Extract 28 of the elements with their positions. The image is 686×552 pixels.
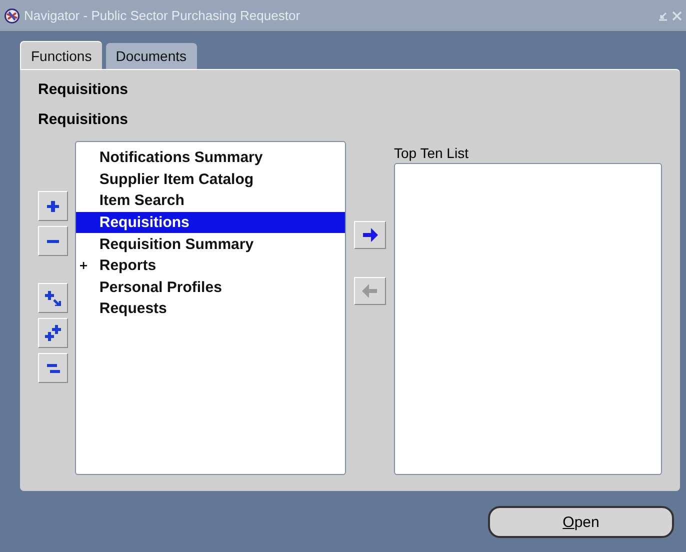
tab[interactable]: Functions xyxy=(20,41,102,69)
open-button[interactable]: Open xyxy=(488,506,674,538)
collapse-icon xyxy=(47,240,59,242)
section-heading: Requisitions xyxy=(38,80,130,100)
list-item[interactable]: Item Search xyxy=(76,190,345,212)
list-item[interactable]: Supplier Item Catalog xyxy=(76,168,345,190)
expand-all-button[interactable] xyxy=(38,318,68,348)
tab[interactable]: Documents xyxy=(106,43,197,69)
list-label: Top Ten List xyxy=(394,144,470,163)
collapse-all-button[interactable] xyxy=(38,353,68,383)
globe-icon xyxy=(4,8,20,24)
list-item[interactable]: Requisition Summary xyxy=(76,233,345,255)
collapse-button[interactable] xyxy=(38,226,68,256)
list-item[interactable]: Requisitions xyxy=(76,212,345,234)
add-button[interactable] xyxy=(354,221,386,249)
expand-branch-button[interactable] xyxy=(38,283,68,313)
expand-branch-icon xyxy=(45,290,61,306)
collapse-all-icon xyxy=(46,364,60,372)
list-item[interactable]: Notifications Summary xyxy=(76,147,345,169)
list-item[interactable]: Personal Profiles xyxy=(76,276,345,298)
expand-all-icon xyxy=(45,325,61,341)
expand-icon xyxy=(47,200,59,212)
window-title: Navigator - Public Sector Purchasing Requestor xyxy=(24,8,300,23)
expand-button[interactable] xyxy=(38,191,68,221)
list-item[interactable]: Requests xyxy=(76,298,345,320)
expand-icon[interactable] xyxy=(80,262,88,270)
list-item[interactable]: Reports xyxy=(76,254,345,277)
section-heading: Requisitions xyxy=(38,110,130,130)
